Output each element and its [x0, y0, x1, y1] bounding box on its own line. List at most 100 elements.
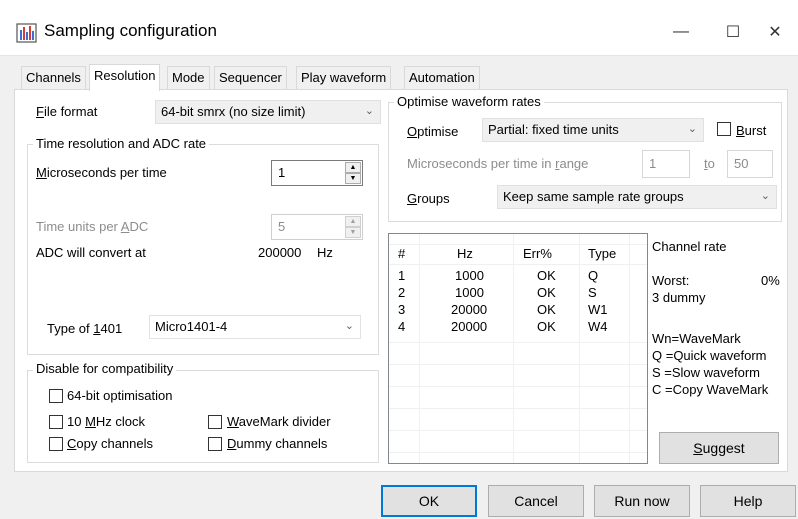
file-format-value: 64-bit smrx (no size limit): [161, 104, 306, 119]
range-to-input[interactable]: 50: [727, 150, 773, 178]
row-type: Q: [588, 268, 599, 283]
time-units-per-adc-label: Time units per ADC: [36, 219, 149, 234]
col-header-hz: Hz: [457, 246, 473, 261]
row-number: 1: [398, 268, 406, 283]
window-title: Sampling configuration: [44, 21, 217, 40]
tab-play-waveform[interactable]: Play waveform: [296, 66, 392, 90]
copy-channels-label: Copy channels: [67, 436, 154, 451]
row-type: W1: [588, 302, 608, 317]
col-header-number: #: [398, 246, 406, 261]
row-hz: 1000: [455, 268, 484, 283]
spin-up-icon[interactable]: ▲: [345, 162, 361, 173]
optimise-label: Optimise: [407, 124, 459, 139]
dummy-channels-checkbox[interactable]: [208, 437, 222, 451]
mhz-clock-checkbox[interactable]: [49, 415, 63, 429]
groups-select[interactable]: Keep same sample rate groups ⌄: [497, 185, 777, 209]
row-type: S: [588, 285, 597, 300]
col-header-err: Err%: [523, 246, 552, 261]
burst-checkbox[interactable]: [717, 122, 731, 136]
row-err: OK: [537, 302, 556, 317]
tab-automation[interactable]: Automation: [404, 66, 480, 90]
cancel-button[interactable]: Cancel: [488, 485, 584, 517]
app-icon: [16, 22, 38, 44]
optimise-value: Partial: fixed time units: [488, 122, 619, 137]
row-number: 3: [398, 302, 406, 317]
row-type: W4: [588, 319, 608, 334]
microseconds-per-time-value: 1: [278, 165, 286, 180]
channel-rate-table[interactable]: # Hz Err% Type 1 1000 OK Q 2 1000 OK S 3…: [388, 233, 648, 464]
compatibility-group-label: Disable for compatibility: [33, 361, 177, 376]
opt64-label: 64-bit optimisation: [67, 388, 173, 403]
row-hz: 20000: [451, 302, 488, 317]
type-1401-select[interactable]: Micro1401-4 ⌄: [149, 315, 361, 339]
dummy-channels-label: Dummy channels: [227, 436, 328, 451]
row-number: 4: [398, 319, 406, 334]
table-row[interactable]: 1 1000 OK Q: [389, 268, 647, 284]
table-header: # Hz Err% Type: [389, 246, 647, 262]
legend-quick-waveform: Q =Quick waveform: [652, 348, 767, 363]
time-units-per-adc-value: 5: [278, 219, 286, 234]
tab-resolution[interactable]: Resolution: [89, 64, 161, 91]
range-to-label: to: [704, 156, 715, 171]
opt64-checkbox[interactable]: [49, 389, 63, 403]
tab-sequencer[interactable]: Sequencer: [214, 66, 287, 90]
table-row[interactable]: 3 20000 OK W1: [389, 302, 647, 318]
table-row[interactable]: 4 20000 OK W4: [389, 319, 647, 335]
legend-copy-wavemark: C =Copy WaveMark: [652, 382, 769, 397]
legend-wavemark: Wn=WaveMark: [652, 331, 741, 346]
title-bar: Sampling configuration — ☐ ✕: [0, 0, 798, 56]
tab-mode[interactable]: Mode: [167, 66, 210, 90]
optimise-group-label: Optimise waveform rates: [394, 94, 544, 109]
file-format-select[interactable]: 64-bit smrx (no size limit) ⌄: [155, 100, 381, 124]
row-hz: 20000: [451, 319, 488, 334]
groups-value: Keep same sample rate groups: [503, 189, 684, 204]
microseconds-per-time-label: Microseconds per time: [36, 165, 167, 180]
range-label: Microseconds per time in range: [407, 156, 589, 171]
maximize-button[interactable]: ☐: [710, 14, 756, 50]
worst-label: Worst:: [652, 273, 690, 288]
adc-convert-label: ADC will convert at: [36, 245, 146, 260]
row-number: 2: [398, 285, 406, 300]
burst-label: Burst: [736, 123, 767, 138]
microseconds-per-time-spinner[interactable]: 1 ▲ ▼: [271, 160, 363, 186]
spin-down-icon[interactable]: ▼: [345, 173, 361, 184]
row-err: OK: [537, 268, 556, 283]
groups-label: Groups: [407, 191, 450, 206]
wavemark-divider-label: WaveMark divider: [227, 414, 331, 429]
worst-note: 3 dummy: [652, 290, 706, 305]
chevron-down-icon: ⌄: [344, 320, 354, 332]
mhz-clock-label: 10 MHz clock: [67, 414, 146, 429]
type-1401-label: Type of 1401: [47, 321, 123, 336]
resolution-panel: File format 64-bit smrx (no size limit) …: [14, 89, 788, 472]
copy-channels-checkbox[interactable]: [49, 437, 63, 451]
help-button[interactable]: Help: [700, 485, 796, 517]
chevron-down-icon: ⌄: [364, 105, 374, 117]
run-now-button[interactable]: Run now: [594, 485, 690, 517]
suggest-button[interactable]: Suggest: [659, 432, 779, 464]
row-err: OK: [537, 319, 556, 334]
adc-rate-value: 200000: [258, 245, 302, 260]
chevron-down-icon: ⌄: [687, 123, 697, 135]
ok-button[interactable]: OK: [381, 485, 477, 517]
range-from-input[interactable]: 1: [642, 150, 690, 178]
spin-down-icon[interactable]: ▼: [345, 227, 361, 238]
optimise-select[interactable]: Partial: fixed time units ⌄: [482, 118, 704, 142]
row-hz: 1000: [455, 285, 484, 300]
minimize-button[interactable]: —: [658, 14, 704, 50]
close-button[interactable]: ✕: [752, 14, 798, 50]
chevron-down-icon: ⌄: [760, 190, 770, 202]
row-err: OK: [537, 285, 556, 300]
wavemark-divider-checkbox[interactable]: [208, 415, 222, 429]
time-resolution-group-label: Time resolution and ADC rate: [33, 136, 210, 151]
time-units-per-adc-spinner[interactable]: 5 ▲ ▼: [271, 214, 363, 240]
spin-up-icon[interactable]: ▲: [345, 216, 361, 227]
type-1401-value: Micro1401-4: [155, 319, 228, 334]
tab-channels[interactable]: Channels: [21, 66, 86, 90]
file-format-label: File format: [36, 104, 98, 119]
table-row[interactable]: 2 1000 OK S: [389, 285, 647, 301]
col-header-type: Type: [588, 246, 617, 261]
worst-value: 0%: [761, 273, 780, 288]
channel-rate-title: Channel rate: [652, 239, 727, 254]
tab-strip: Channels Resolution Mode Sequencer Play …: [0, 64, 798, 91]
legend-slow-waveform: S =Slow waveform: [652, 365, 761, 380]
